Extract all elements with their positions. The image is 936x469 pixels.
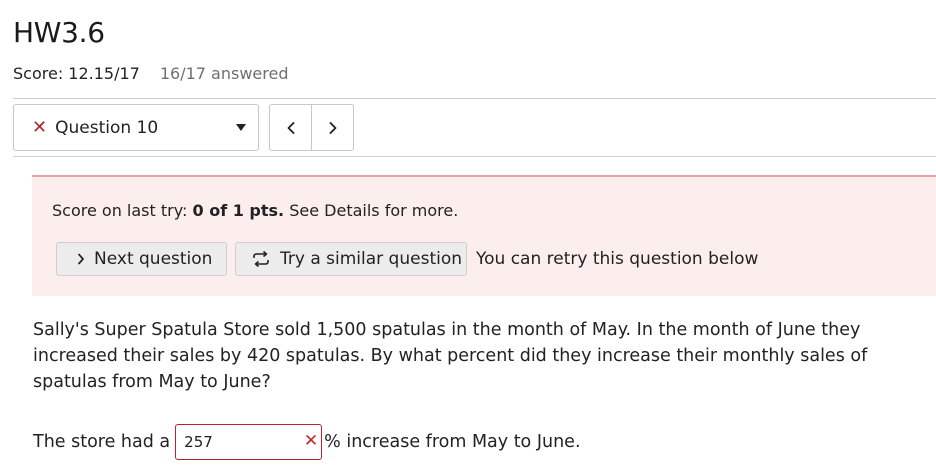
last-try-score: Score on last try: 0 of 1 pts. See Detai… [52, 201, 458, 220]
score-summary: Score: 12.15/17 16/17 answered [13, 64, 288, 83]
incorrect-x-icon: ✕ [303, 431, 319, 451]
retry-icon [253, 250, 269, 268]
answer-input[interactable] [176, 425, 297, 459]
retry-note: You can retry this question below [476, 249, 759, 269]
caret-down-icon [236, 124, 246, 131]
answer-suffix: % increase from May to June. [324, 432, 581, 452]
answer-prefix: The store had a [33, 432, 171, 452]
score-suffix: See Details for more. [284, 201, 459, 220]
answered-count: 16/17 answered [159, 64, 289, 83]
chevron-right-icon [329, 121, 336, 134]
feedback-panel: Score on last try: 0 of 1 pts. See Detai… [32, 175, 936, 296]
next-question-label: Next question [94, 249, 213, 269]
previous-question-button[interactable] [270, 105, 311, 150]
divider [13, 98, 936, 99]
question-nav [269, 104, 354, 151]
score-value: 0 of 1 pts. [192, 201, 285, 220]
divider [13, 156, 936, 157]
chevron-right-icon [78, 253, 84, 265]
next-question-button[interactable]: Next question [56, 242, 227, 276]
answer-line: The store had a ✕ % increase from May to… [33, 424, 581, 460]
page-title: HW3.6 [13, 16, 105, 49]
answer-field-box: ✕ [175, 424, 323, 460]
next-question-nav-button[interactable] [311, 105, 353, 150]
score-prefix: Score on last try: [52, 201, 193, 220]
question-select-label: Question 10 [55, 117, 159, 138]
question-select[interactable]: ✕ Question 10 [13, 104, 259, 151]
score-text: Score: 12.15/17 [13, 64, 140, 83]
question-text: Sally's Super Spatula Store sold 1,500 s… [33, 320, 868, 392]
chevron-left-icon [287, 121, 294, 134]
try-similar-button[interactable]: Try a similar question [235, 242, 467, 276]
try-similar-label: Try a similar question [280, 249, 463, 269]
x-icon: ✕ [32, 116, 48, 138]
